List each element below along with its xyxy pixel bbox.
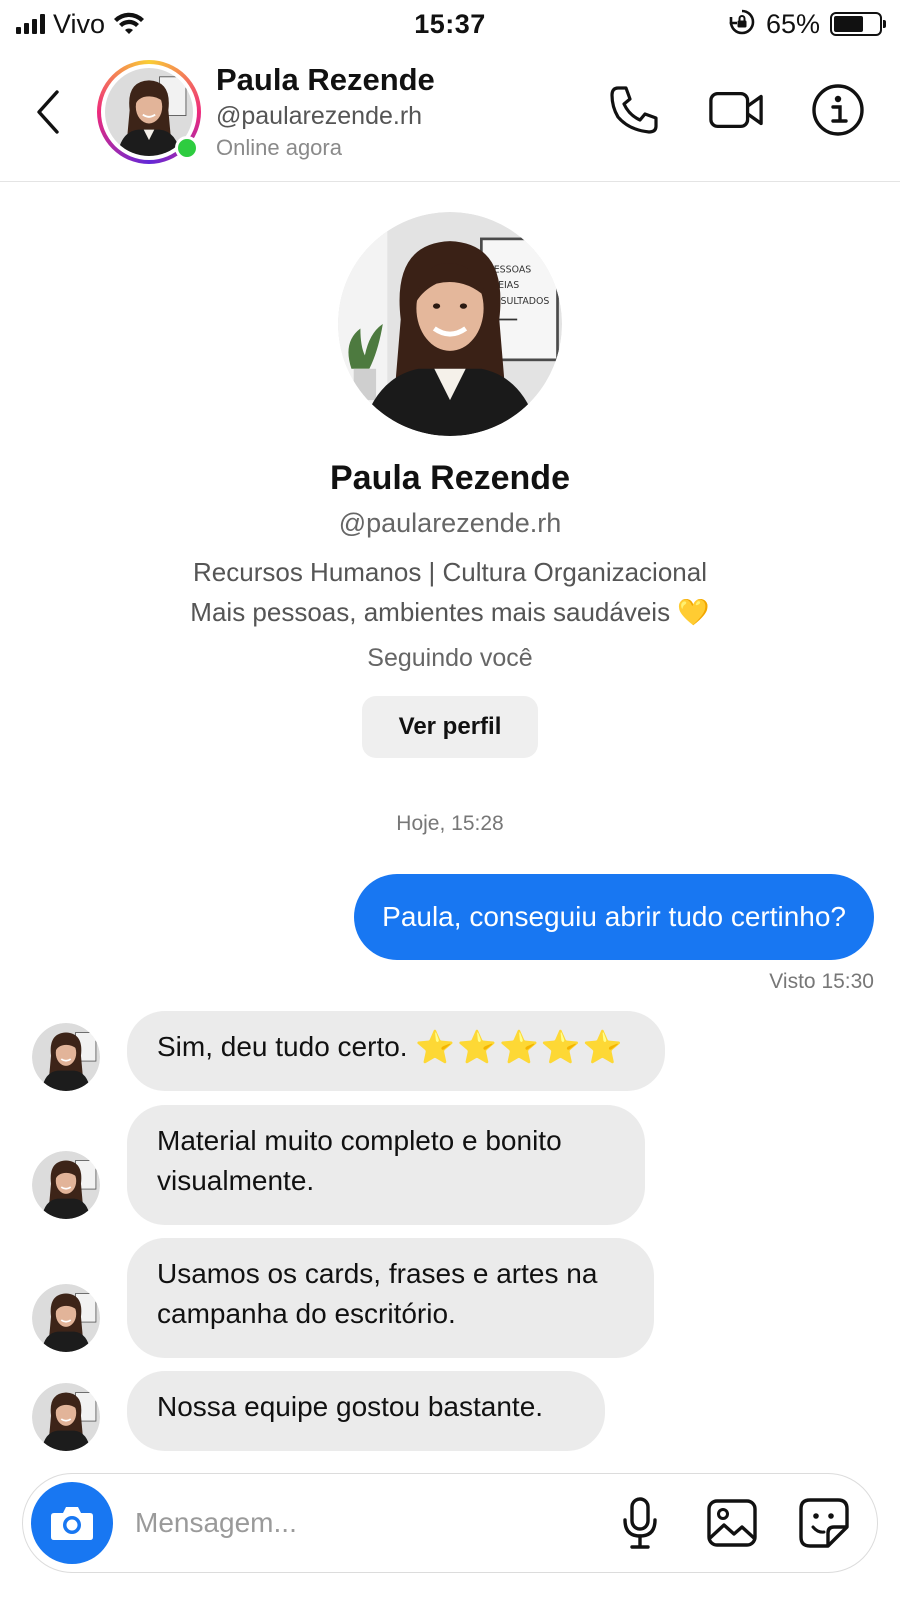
battery-fill [834,16,863,32]
contact-name[interactable]: Paula Rezende [216,60,435,100]
camera-icon [51,1507,93,1540]
avatar-image [32,1023,100,1091]
sender-avatar[interactable] [32,1023,100,1091]
five-stars: ⭐⭐⭐⭐⭐ [415,1029,625,1065]
profile-bio: Recursos Humanos | Cultura Organizaciona… [0,552,900,632]
chat-header: Paula Rezende @paularezende.rh Online ag… [0,48,900,182]
incoming-message[interactable]: Sim, deu tudo certo. ⭐⭐⭐⭐⭐ [127,1011,665,1091]
video-icon [709,91,763,129]
call-button[interactable] [606,82,662,138]
status-left: Vivo [16,9,145,40]
status-bar: Vivo 15:37 65% [0,0,900,48]
wifi-icon [113,12,145,36]
chevron-left-icon [37,90,59,134]
rotation-lock-icon [728,8,756,41]
message-input[interactable] [135,1496,595,1550]
battery-icon [830,12,886,36]
incoming-message[interactable]: Usamos os cards, frases e artes na campa… [127,1238,654,1358]
microphone-icon [623,1497,657,1549]
profile-photo[interactable]: PESSOAS IDEIAS RESULTADOS [338,212,562,436]
sticker-icon [799,1498,849,1548]
outgoing-message[interactable]: Paula, conseguiu abrir tudo certinho? [354,874,874,960]
profile-card: PESSOAS IDEIAS RESULTADOS Paula Rezende … [0,212,900,758]
message-text: Sim, deu tudo certo. [157,1031,408,1062]
online-indicator [175,136,199,160]
avatar-image [32,1383,100,1451]
info-button[interactable] [810,82,866,138]
image-icon [707,1499,757,1547]
info-icon [812,84,864,136]
incoming-message[interactable]: Material muito completo e bonito visualm… [127,1105,645,1225]
sender-avatar[interactable] [32,1383,100,1451]
chat-timestamp: Hoje, 15:28 [396,812,504,835]
contact-handle: @paularezende.rh [216,102,423,130]
profile-handle: @paularezende.rh [338,508,562,538]
signal-icon [16,14,45,34]
video-call-button[interactable] [708,82,764,138]
following-status: Seguindo você [367,644,533,672]
composer-actions [613,1496,851,1550]
header-actions [606,82,866,138]
profile-name: Paula Rezende [330,459,570,497]
bio-line-1: Recursos Humanos | Cultura Organizaciona… [193,557,707,587]
incoming-message[interactable]: Nossa equipe gostou bastante. [127,1371,605,1451]
voice-message-button[interactable] [613,1496,667,1550]
view-profile-button[interactable]: Ver perfil [362,696,538,758]
sticker-button[interactable] [797,1496,851,1550]
seen-receipt: Visto 15:30 [769,970,874,993]
carrier-name: Vivo [53,8,106,39]
clock: 15:37 [414,8,486,39]
sender-avatar[interactable] [32,1284,100,1352]
header-text: Paula Rezende @paularezende.rh Online ag… [216,60,435,164]
avatar-image [32,1151,100,1219]
bio-line-2: Mais pessoas, ambientes mais saudáveis 💛 [190,597,710,627]
phone-icon [610,86,658,134]
avatar-image [32,1284,100,1352]
gallery-button[interactable] [705,1496,759,1550]
camera-button[interactable] [31,1482,113,1564]
back-button[interactable] [30,86,66,138]
battery-percent: 65% [765,8,820,39]
header-avatar[interactable] [97,60,201,164]
contact-status: Online agora [216,135,342,160]
profile-image: PESSOAS IDEIAS RESULTADOS [338,212,562,436]
status-right: 65% [728,8,886,41]
sender-avatar[interactable] [32,1151,100,1219]
message-composer [22,1473,878,1573]
